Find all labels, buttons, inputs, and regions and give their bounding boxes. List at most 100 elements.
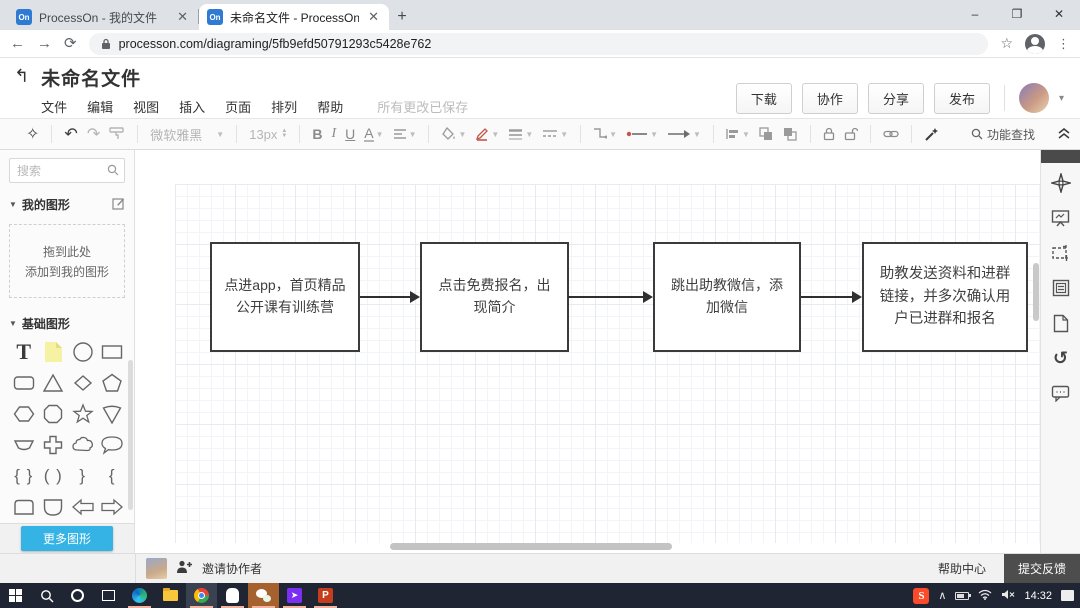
format-painter-icon[interactable] <box>109 127 125 141</box>
sidebar-scrollbar[interactable] <box>128 360 133 510</box>
shape-triangle[interactable] <box>39 372 69 394</box>
magic-format-icon[interactable] <box>924 127 939 142</box>
send-backward-icon[interactable] <box>783 127 798 141</box>
horizontal-scrollbar[interactable] <box>390 543 672 550</box>
shape-pentagon[interactable] <box>98 372 128 394</box>
powerpoint-button[interactable]: P <box>310 583 341 608</box>
publish-button[interactable]: 发布 <box>934 83 990 114</box>
shape-cloud[interactable] <box>68 434 98 456</box>
vertical-scrollbar[interactable] <box>1033 263 1039 321</box>
font-size-stepper[interactable]: ▲▼ <box>281 129 287 139</box>
flowchart-node-4[interactable]: 助教发送资料和进群链接，并多次确认用户已进群和报名 <box>862 242 1028 352</box>
shape-star[interactable] <box>68 403 98 425</box>
align-objects-icon[interactable]: ▼ <box>726 128 750 140</box>
line-color-icon[interactable]: ▼ <box>475 127 499 141</box>
collaborator-avatar[interactable] <box>146 558 167 579</box>
rail-scrollbar-top[interactable] <box>1041 150 1080 163</box>
font-family-select[interactable]: 微软雅黑▼ <box>150 125 224 144</box>
shape-left-arrow[interactable] <box>68 496 98 518</box>
back-icon[interactable]: ← <box>10 36 25 51</box>
menu-help[interactable]: 帮助 <box>317 97 343 116</box>
menu-view[interactable]: 视图 <box>133 97 159 116</box>
document-title[interactable]: 未命名文件 <box>41 64 468 91</box>
tray-expand-icon[interactable]: ∧ <box>938 589 946 602</box>
new-page-icon[interactable] <box>1051 313 1071 333</box>
shape-parenthesis-pair[interactable]: ( ) <box>39 465 69 487</box>
shape-cone[interactable] <box>98 403 128 425</box>
refresh-icon[interactable]: ⟳ <box>64 36 77 51</box>
text-align-icon[interactable]: ▼ <box>393 128 417 140</box>
flowchart-arrow-2[interactable] <box>568 296 644 298</box>
theme-style-icon[interactable]: ✧ <box>26 124 39 144</box>
comment-icon[interactable] <box>1051 383 1071 403</box>
edge-button[interactable] <box>124 583 155 608</box>
flowchart-arrow-3[interactable] <box>801 296 853 298</box>
history-icon[interactable]: ↺ <box>1051 348 1071 368</box>
flowchart-arrow-1[interactable] <box>360 296 411 298</box>
new-tab-button[interactable]: + <box>389 4 415 30</box>
back-to-files-icon[interactable]: ↰ <box>14 66 29 118</box>
shape-sticky-note[interactable] <box>39 341 69 363</box>
line-start-icon[interactable]: ▼ <box>626 130 658 139</box>
bookmark-star-icon[interactable]: ☆ <box>1000 35 1013 52</box>
collapse-toolbar-icon[interactable] <box>1058 127 1070 142</box>
lock-icon[interactable] <box>823 127 835 141</box>
line-width-icon[interactable]: ▼ <box>508 129 533 140</box>
shape-right-brace[interactable]: } <box>68 465 98 487</box>
battery-icon[interactable] <box>955 592 969 600</box>
bold-icon[interactable]: B <box>312 126 322 142</box>
menu-insert[interactable]: 插入 <box>179 97 205 116</box>
basic-shapes-section[interactable]: ▼ 基础图形 <box>0 308 134 339</box>
shape-left-brace[interactable]: { <box>98 465 128 487</box>
invite-collaborator-label[interactable]: 邀请协作者 <box>202 560 262 577</box>
cortana-button[interactable] <box>62 583 93 608</box>
shape-or[interactable] <box>39 496 69 518</box>
shape-diamond[interactable] <box>68 372 98 394</box>
task-view-button[interactable] <box>93 583 124 608</box>
shape-circle[interactable] <box>68 341 98 363</box>
volume-muted-icon[interactable] <box>1001 587 1015 605</box>
undo-icon[interactable]: ↶ <box>64 124 77 144</box>
canvas-size-icon[interactable] <box>1051 243 1071 263</box>
shape-cross[interactable] <box>39 434 69 456</box>
tab-processon-files[interactable]: On ProcessOn - 我的文件 ✕ <box>8 4 198 30</box>
line-style-icon[interactable]: ▼ <box>542 129 568 139</box>
flowchart-node-3[interactable]: 跳出助教微信，添加微信 <box>653 242 801 352</box>
menu-file[interactable]: 文件 <box>41 97 67 116</box>
browser-menu-icon[interactable]: ⋮ <box>1057 36 1070 52</box>
taskbar-search-button[interactable] <box>31 583 62 608</box>
menu-edit[interactable]: 编辑 <box>87 97 113 116</box>
notification-center-icon[interactable] <box>1061 590 1074 601</box>
my-shapes-section[interactable]: ▼ 我的图形 <box>0 189 134 220</box>
tab-close-icon[interactable]: ✕ <box>175 9 190 25</box>
purple-app-button[interactable]: ➤ <box>279 583 310 608</box>
page-setup-icon[interactable] <box>1051 278 1071 298</box>
font-size-select[interactable]: 13px▲▼ <box>249 127 287 142</box>
restore-button[interactable]: ❐ <box>996 0 1038 28</box>
flowchart-node-2[interactable]: 点击免费报名，出现简介 <box>420 242 569 352</box>
shape-hexagon[interactable] <box>9 403 39 425</box>
line-end-arrow-icon[interactable]: ▼ <box>667 129 701 139</box>
tab-untitled-document[interactable]: On 未命名文件 - ProcessOn ✕ <box>199 4 389 30</box>
collaborate-button[interactable]: 协作 <box>802 83 858 114</box>
feature-search[interactable]: 功能查找 <box>971 126 1035 143</box>
chrome-button[interactable] <box>186 583 217 608</box>
edit-my-shapes-icon[interactable] <box>112 197 125 213</box>
reposition-icon[interactable] <box>1051 173 1071 193</box>
share-button[interactable]: 分享 <box>868 83 924 114</box>
wechat-button[interactable] <box>248 583 279 608</box>
wifi-icon[interactable] <box>978 587 992 605</box>
help-center-link[interactable]: 帮助中心 <box>920 554 1004 583</box>
sogou-input-icon[interactable]: S <box>913 588 929 604</box>
more-shapes-button[interactable]: 更多图形 <box>21 526 113 551</box>
menu-arrange[interactable]: 排列 <box>271 97 297 116</box>
shape-card[interactable] <box>9 496 39 518</box>
shape-rounded-rectangle[interactable] <box>9 372 39 394</box>
redo-icon[interactable]: ↷ <box>87 124 100 144</box>
hyperlink-icon[interactable] <box>883 129 899 139</box>
shape-octagon[interactable] <box>39 403 69 425</box>
file-explorer-button[interactable] <box>155 583 186 608</box>
feedback-button[interactable]: 提交反馈 <box>1004 554 1080 583</box>
forward-icon[interactable]: → <box>37 36 52 51</box>
fill-color-icon[interactable]: ▼ <box>441 127 466 141</box>
